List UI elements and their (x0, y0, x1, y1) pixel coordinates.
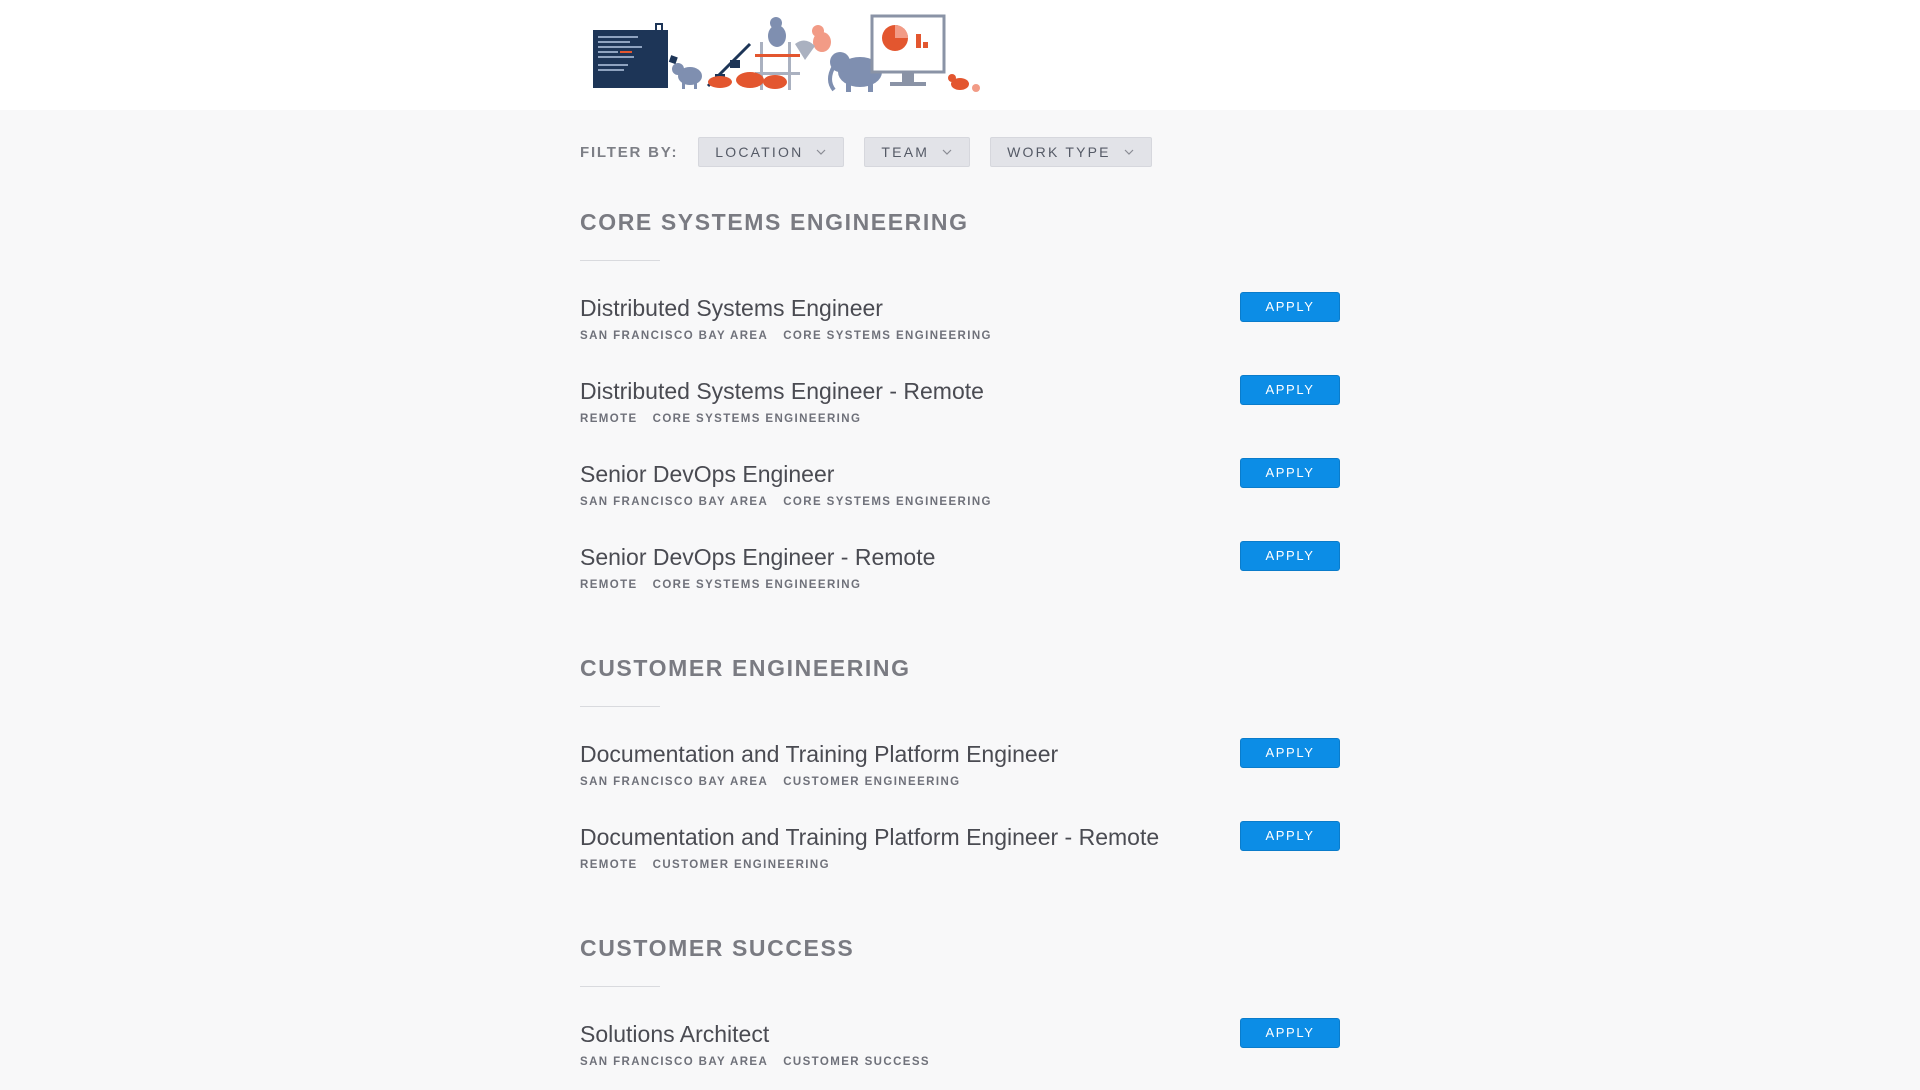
apply-button[interactable]: APPLY (1240, 738, 1340, 768)
job-meta: SAN FRANCISCO BAY AREA CUSTOMER SUCCESS (580, 1056, 945, 1068)
filter-bar: FILTER BY: LOCATION TEAM WORK TYPE (580, 136, 1172, 168)
job-title-link[interactable]: Solutions Architect (580, 1020, 769, 1048)
section-title: CUSTOMER SUCCESS (580, 935, 855, 961)
section-divider (580, 706, 660, 707)
job-team: CORE SYSTEMS ENGINEERING (652, 579, 862, 591)
job-team: CUSTOMER ENGINEERING (652, 859, 830, 871)
job-location: REMOTE (580, 579, 638, 591)
job-team: CUSTOMER SUCCESS (783, 1056, 930, 1068)
section-customer-engineering: CUSTOMER ENGINEERING (580, 654, 1340, 707)
dropdown-label: TEAM (881, 144, 930, 160)
job-title-link[interactable]: Senior DevOps Engineer (580, 460, 834, 488)
chevron-down-icon (816, 149, 826, 155)
job-meta: SAN FRANCISCO BAY AREA CUSTOMER ENGINEER… (580, 776, 976, 788)
job-location: SAN FRANCISCO BAY AREA (580, 496, 769, 508)
apply-button[interactable]: APPLY (1240, 821, 1340, 851)
job-title-link[interactable]: Distributed Systems Engineer - Remote (580, 377, 984, 405)
work-type-filter-dropdown[interactable]: WORK TYPE (990, 137, 1152, 167)
job-meta: REMOTE CORE SYSTEMS ENGINEERING (580, 579, 876, 591)
section-title: CORE SYSTEMS ENGINEERING (580, 209, 969, 235)
job-team: CORE SYSTEMS ENGINEERING (652, 413, 862, 425)
job-title-link[interactable]: Documentation and Training Platform Engi… (580, 823, 1159, 851)
job-location: SAN FRANCISCO BAY AREA (580, 1056, 769, 1068)
job-title-link[interactable]: Distributed Systems Engineer (580, 294, 883, 322)
job-meta: REMOTE CORE SYSTEMS ENGINEERING (580, 413, 876, 425)
page-header (0, 0, 1920, 110)
filter-label: FILTER BY: (580, 143, 679, 161)
apply-button[interactable]: APPLY (1240, 292, 1340, 322)
section-divider (580, 260, 660, 261)
job-meta: REMOTE CUSTOMER ENGINEERING (580, 859, 845, 871)
job-team: CORE SYSTEMS ENGINEERING (783, 496, 992, 508)
job-posting: Distributed Systems Engineer SAN FRANCIS… (580, 292, 1340, 364)
chevron-down-icon (1124, 149, 1134, 155)
job-posting: Senior DevOps Engineer - Remote REMOTE C… (580, 541, 1340, 613)
apply-button[interactable]: APPLY (1240, 375, 1340, 405)
job-posting: Distributed Systems Engineer - Remote RE… (580, 375, 1340, 447)
section-divider (580, 986, 660, 987)
apply-button[interactable]: APPLY (1240, 541, 1340, 571)
job-meta: SAN FRANCISCO BAY AREA CORE SYSTEMS ENGI… (580, 496, 1007, 508)
location-filter-dropdown[interactable]: LOCATION (698, 137, 845, 167)
job-location: SAN FRANCISCO BAY AREA (580, 330, 769, 342)
job-posting: Senior DevOps Engineer SAN FRANCISCO BAY… (580, 458, 1340, 530)
job-team: CORE SYSTEMS ENGINEERING (783, 330, 992, 342)
job-location: REMOTE (580, 413, 638, 425)
section-customer-success: CUSTOMER SUCCESS (580, 934, 1340, 987)
team-filter-dropdown[interactable]: TEAM (864, 137, 971, 167)
chevron-down-icon (942, 149, 952, 155)
job-title-link[interactable]: Documentation and Training Platform Engi… (580, 740, 1058, 768)
dropdown-label: WORK TYPE (1007, 144, 1111, 160)
job-posting: Documentation and Training Platform Engi… (580, 821, 1340, 893)
header-illustration (593, 14, 980, 92)
apply-button[interactable]: APPLY (1240, 1018, 1340, 1048)
section-title: CUSTOMER ENGINEERING (580, 655, 911, 681)
section-core-systems-engineering: CORE SYSTEMS ENGINEERING (580, 208, 1340, 261)
job-meta: SAN FRANCISCO BAY AREA CORE SYSTEMS ENGI… (580, 330, 1007, 342)
job-title-link[interactable]: Senior DevOps Engineer - Remote (580, 543, 935, 571)
dropdown-label: LOCATION (715, 144, 804, 160)
job-posting: Documentation and Training Platform Engi… (580, 738, 1340, 810)
job-location: REMOTE (580, 859, 638, 871)
job-location: SAN FRANCISCO BAY AREA (580, 776, 769, 788)
job-team: CUSTOMER ENGINEERING (783, 776, 961, 788)
apply-button[interactable]: APPLY (1240, 458, 1340, 488)
